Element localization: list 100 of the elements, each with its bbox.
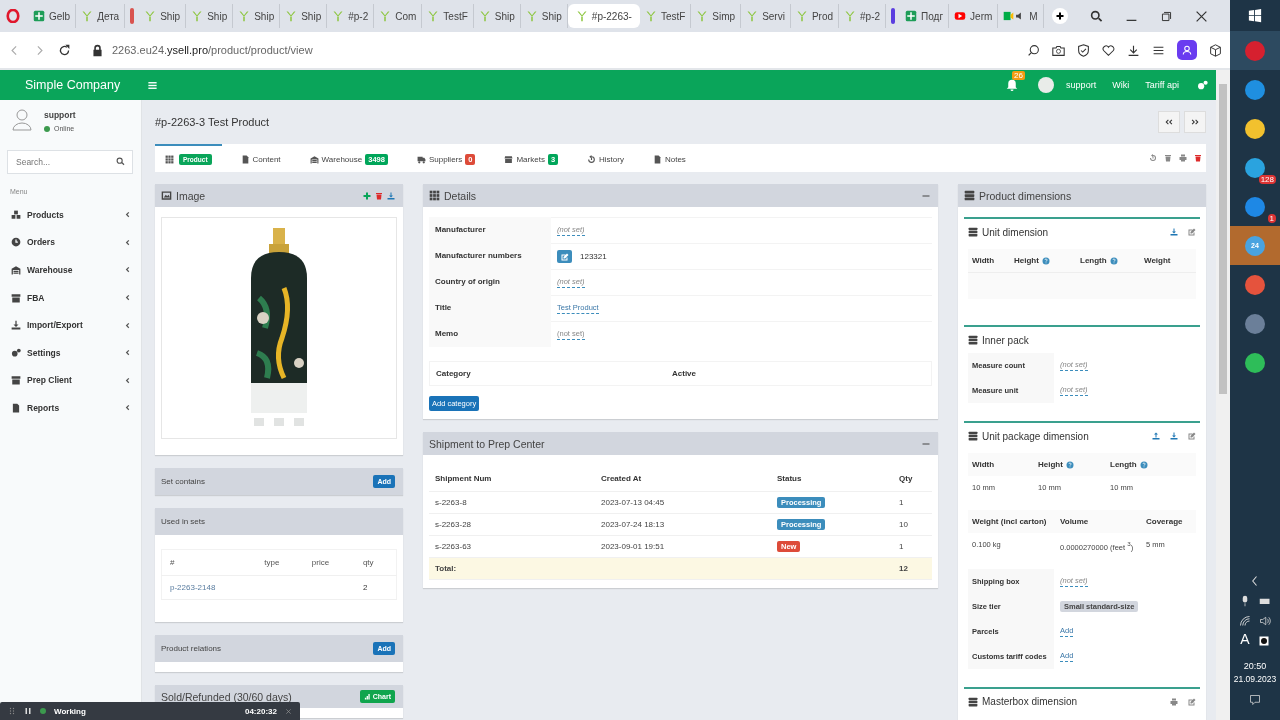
tab-group-marker[interactable] (130, 8, 135, 24)
archive-icon (11, 292, 21, 303)
browser-tab[interactable]: Ship (139, 4, 187, 28)
status-dot (40, 708, 46, 714)
wifi-icon[interactable] (1239, 615, 1251, 627)
trash-icon[interactable] (375, 191, 383, 200)
browser-tab[interactable]: #p-2 (327, 4, 375, 28)
camera-icon[interactable] (1052, 43, 1065, 57)
reload-icon[interactable] (58, 43, 71, 57)
scrollbar[interactable] (1216, 70, 1230, 720)
edit-icon[interactable] (1188, 697, 1196, 706)
drag-handle-icon[interactable] (8, 707, 16, 715)
leaf-icon (795, 10, 808, 22)
browser-tab[interactable]: #p-2 (839, 4, 887, 28)
browser-tab[interactable]: Дета (76, 4, 126, 28)
browser-tab[interactable]: TestF (639, 4, 692, 28)
shop-icon (504, 154, 514, 164)
menu-item[interactable]: Settings (0, 338, 141, 367)
file-icon (652, 154, 662, 164)
tab-group-marker[interactable] (891, 8, 896, 24)
tab[interactable]: Notes (642, 144, 696, 172)
shipment-link[interactable]: s-2263-63 (429, 535, 595, 558)
profile-icon[interactable] (1177, 40, 1197, 60)
browser-tab[interactable]: Servi (741, 4, 791, 28)
download-icon[interactable] (1127, 43, 1140, 57)
tab[interactable]: History (577, 144, 634, 172)
browser-tab[interactable]: Ship (473, 4, 521, 28)
plus-icon[interactable] (363, 191, 371, 200)
product-link[interactable]: p-2263-2148 (161, 575, 257, 600)
new-tab-icon[interactable] (1051, 8, 1068, 24)
menu-item[interactable]: Import/Export (0, 311, 141, 339)
search-field[interactable]: Search... (7, 150, 133, 174)
help-icon[interactable] (1041, 256, 1050, 265)
help-icon[interactable] (1109, 256, 1118, 265)
help-icon[interactable] (1065, 460, 1074, 469)
cube-icon[interactable] (1209, 43, 1222, 57)
browser-tab[interactable]: Ship (233, 4, 281, 28)
browser-logo-icon[interactable] (6, 9, 20, 23)
trash-icon[interactable] (1194, 154, 1202, 162)
browser-tab[interactable]: M (998, 4, 1044, 28)
clock-date[interactable]: 21.09.2023 (1233, 674, 1277, 684)
shipment-link[interactable]: s-2263-28 (429, 513, 595, 536)
field-label: Memo (429, 321, 551, 347)
taskbar-app[interactable]: 128 (1230, 148, 1280, 187)
search-icon[interactable] (1089, 9, 1103, 23)
menu-item[interactable]: Products (0, 201, 141, 229)
edit-icon[interactable] (1188, 228, 1196, 236)
browser-tab[interactable]: Prod (790, 4, 840, 28)
shipment-link[interactable]: s-2263-8 (429, 491, 595, 514)
menu-item[interactable]: Reports (0, 394, 141, 422)
avatar[interactable] (1038, 77, 1055, 93)
speaker-icon[interactable] (1259, 615, 1271, 627)
edit-button[interactable] (557, 250, 572, 263)
edit-icon[interactable] (1188, 432, 1196, 440)
column-header: Width (971, 459, 996, 471)
restore-icon[interactable] (1159, 9, 1173, 23)
search-icon[interactable] (116, 157, 125, 166)
browser-tab[interactable]: TestF (422, 4, 474, 28)
browser-tab[interactable]: Jerm (949, 4, 999, 28)
menu-item[interactable]: Warehouse (0, 256, 141, 284)
refresh-icon[interactable] (1149, 154, 1157, 162)
leaf-icon (81, 10, 94, 22)
taskbar-app[interactable]: 1 (1230, 187, 1280, 226)
browser-tab[interactable]: Ship (186, 4, 234, 28)
browser-tab[interactable]: Com (374, 4, 423, 28)
address-field[interactable]: 2263.eu24.ysell.pro/product/product/view (112, 44, 313, 56)
browser-tab[interactable]: #p-2263- (567, 4, 640, 28)
section-title: Unit dimension (982, 226, 1049, 238)
menu-item[interactable]: Prep Client (0, 366, 141, 395)
heart-icon[interactable] (1102, 43, 1115, 57)
upload-icon[interactable] (1152, 432, 1160, 440)
browser-tab[interactable]: Simp (691, 4, 742, 28)
next-button[interactable] (1184, 111, 1206, 133)
menu-item[interactable]: FBA (0, 283, 141, 312)
bell-icon[interactable] (1006, 79, 1019, 91)
input-language[interactable]: A (1240, 631, 1250, 651)
browser-tab[interactable]: Ship (280, 4, 328, 28)
notification-icon[interactable] (1249, 694, 1261, 706)
chat-icon[interactable] (1027, 43, 1040, 57)
tab[interactable]: Content (230, 144, 291, 172)
pause-icon[interactable] (24, 707, 32, 715)
shield-icon[interactable] (1077, 43, 1090, 57)
browser-tab[interactable]: Ship (520, 4, 568, 28)
chevron-icon (124, 294, 131, 302)
settings-icon[interactable] (1197, 79, 1208, 91)
print-icon[interactable] (1170, 697, 1178, 706)
help-icon[interactable] (1139, 460, 1148, 469)
menu-icon[interactable] (147, 79, 158, 91)
clock-time[interactable]: 20:50 (1243, 661, 1267, 671)
close-icon[interactable] (1194, 9, 1208, 23)
table-cell: 1 (893, 491, 932, 514)
previous-button[interactable] (1158, 111, 1180, 133)
menu-item[interactable]: Orders (0, 228, 141, 257)
plus-icon (33, 10, 45, 22)
browser-tab[interactable]: Gelb (28, 4, 77, 28)
app-icon[interactable] (1257, 635, 1270, 647)
print-icon[interactable] (1179, 154, 1187, 162)
trash-icon[interactable] (1164, 154, 1172, 162)
windows-logo-icon[interactable] (1248, 9, 1262, 23)
browser-tab[interactable]: Подг (900, 4, 950, 28)
